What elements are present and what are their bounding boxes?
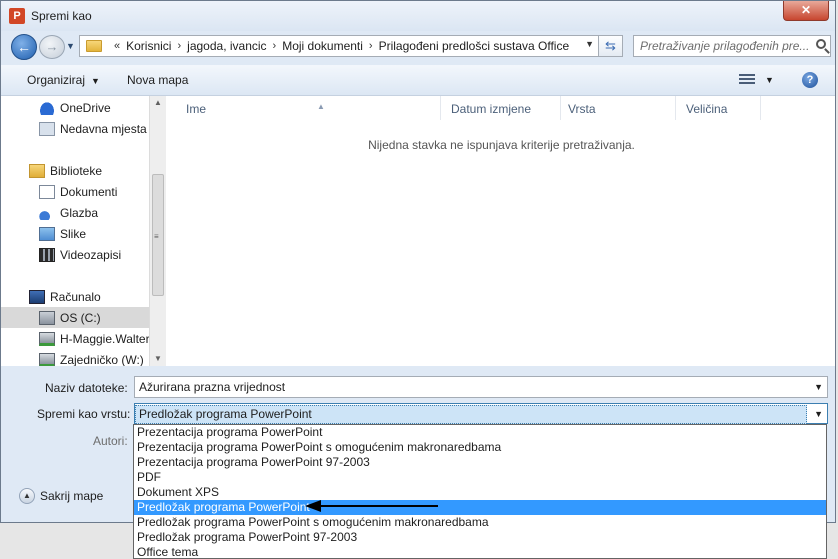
annotation-arrow-icon xyxy=(305,500,438,512)
network-drive-icon xyxy=(39,331,55,346)
address-dropdown-arrow[interactable]: ▼ xyxy=(585,39,594,49)
powerpoint-app-icon: P xyxy=(9,8,25,24)
command-toolbar: Organiziraj ▼ Nova mapa ▼ ? xyxy=(1,65,835,96)
breadcrumb-separator[interactable]: › xyxy=(273,40,277,52)
recent-places-icon xyxy=(39,121,55,136)
folder-icon xyxy=(86,40,102,52)
forward-button[interactable]: → xyxy=(39,35,65,59)
collapse-up-icon: ▲ xyxy=(19,488,35,504)
nav-item-computer[interactable]: Računalo xyxy=(1,286,149,307)
nav-item-libraries[interactable]: Biblioteke xyxy=(1,160,149,181)
nav-item-documents[interactable]: Dokumenti xyxy=(1,181,149,202)
file-list: Ime ▲ Datum izmjene Vrsta Veličina Nijed… xyxy=(166,96,835,366)
dropdown-option-highlighted[interactable]: Predložak programa PowerPoint xyxy=(134,500,826,515)
new-folder-button[interactable]: Nova mapa xyxy=(127,73,188,87)
nav-item-network-drive-w[interactable]: Zajedničko (W:) xyxy=(1,349,149,366)
nav-item-os-drive[interactable]: OS (C:) xyxy=(1,307,149,328)
dropdown-option[interactable]: Dokument XPS xyxy=(134,485,826,500)
onedrive-icon xyxy=(39,100,55,115)
nav-item-music[interactable]: Glazba xyxy=(1,202,149,223)
breadcrumb-item[interactable]: Prilagođeni predlošci sustava Office xyxy=(379,39,570,53)
save-as-type-select[interactable]: Predložak programa PowerPoint ▼ xyxy=(134,403,828,424)
title-bar: P Spremi kao ✕ xyxy=(1,1,835,31)
organize-label: Organiziraj xyxy=(27,73,86,87)
scroll-grip-icon: ≡ xyxy=(154,232,159,241)
save-as-type-value: Predložak programa PowerPoint xyxy=(135,405,807,424)
navigation-row: ← → ▼ « Korisnici › jagoda, ivancic › Mo… xyxy=(1,33,835,61)
view-options-dropdown[interactable]: ▼ xyxy=(765,75,774,85)
documents-icon xyxy=(39,184,55,199)
dropdown-option[interactable]: Prezentacija programa PowerPoint 97-2003 xyxy=(134,455,826,470)
nav-item-network-drive-h[interactable]: H-Maggie.Walter xyxy=(1,328,149,349)
hide-folders-button[interactable]: ▲ Sakrij mape xyxy=(19,488,103,504)
network-drive-icon xyxy=(39,352,55,366)
dropdown-option[interactable]: Predložak programa PowerPoint s omogućen… xyxy=(134,515,826,530)
organize-button[interactable]: Organiziraj ▼ xyxy=(27,73,100,87)
dropdown-option[interactable]: Office tema xyxy=(134,545,826,558)
address-bar[interactable]: « Korisnici › jagoda, ivancic › Moji dok… xyxy=(79,35,599,57)
filename-label: Naziv datoteke: xyxy=(45,381,128,395)
nav-pane-scrollbar[interactable]: ▲ ≡ ▼ xyxy=(149,96,166,366)
scroll-up-icon[interactable]: ▲ xyxy=(154,98,162,107)
column-header-type[interactable]: Vrsta xyxy=(558,96,676,120)
column-header-name[interactable]: Ime ▲ xyxy=(176,96,441,120)
save-as-type-dropdown-list: Prezentacija programa PowerPoint Prezent… xyxy=(133,424,827,559)
nav-item-onedrive[interactable]: OneDrive xyxy=(1,97,149,118)
scroll-down-icon[interactable]: ▼ xyxy=(154,354,162,363)
breadcrumb-item[interactable]: Korisnici xyxy=(126,39,171,53)
nav-item-recent-places[interactable]: Nedavna mjesta xyxy=(1,118,149,139)
search-icon[interactable] xyxy=(816,39,826,49)
breadcrumb-overflow[interactable]: « xyxy=(114,40,120,52)
nav-item-videos[interactable]: Videozapisi xyxy=(1,244,149,265)
column-header-size[interactable]: Veličina xyxy=(676,96,761,120)
dropdown-option[interactable]: Prezentacija programa PowerPoint s omogu… xyxy=(134,440,826,455)
back-arrow-icon: ← xyxy=(17,39,31,55)
view-options-icon[interactable] xyxy=(739,74,755,86)
column-header-date-modified[interactable]: Datum izmjene xyxy=(441,96,561,120)
forward-arrow-icon: → xyxy=(45,39,59,54)
back-button[interactable]: ← xyxy=(11,34,37,60)
search-input[interactable] xyxy=(634,36,812,56)
dropdown-option[interactable]: Prezentacija programa PowerPoint xyxy=(134,425,826,440)
chevron-down-icon[interactable]: ▼ xyxy=(814,382,823,392)
breadcrumb-item[interactable]: jagoda, ivancic xyxy=(187,39,266,53)
navigation-pane: OneDrive Nedavna mjesta Biblioteke Dokum… xyxy=(1,96,149,366)
breadcrumb-separator[interactable]: › xyxy=(177,40,181,52)
libraries-icon xyxy=(29,163,45,178)
empty-list-message: Nijedna stavka ne ispunjava kriterije pr… xyxy=(368,138,635,152)
help-icon[interactable]: ? xyxy=(802,72,818,88)
chevron-down-icon: ▼ xyxy=(91,76,100,86)
authors-label: Autori: xyxy=(93,434,128,448)
chevron-down-icon[interactable]: ▼ xyxy=(814,409,823,419)
drive-icon xyxy=(39,310,55,325)
close-button[interactable]: ✕ xyxy=(783,1,829,21)
videos-icon xyxy=(39,247,55,262)
save-as-type-label: Spremi kao vrstu: xyxy=(37,407,131,421)
filename-input[interactable] xyxy=(135,377,799,397)
refresh-icon: ⇆ xyxy=(605,38,616,53)
sort-ascending-icon: ▲ xyxy=(317,102,325,111)
breadcrumb-separator[interactable]: › xyxy=(369,40,373,52)
search-box[interactable] xyxy=(633,35,831,57)
computer-icon xyxy=(29,289,45,304)
hide-folders-label: Sakrij mape xyxy=(40,489,104,503)
window-title: Spremi kao xyxy=(31,9,92,23)
recent-locations-dropdown[interactable]: ▼ xyxy=(66,41,75,51)
music-icon xyxy=(39,205,55,220)
dropdown-option[interactable]: PDF xyxy=(134,470,826,485)
filename-field[interactable]: ▼ xyxy=(134,376,828,398)
refresh-button[interactable]: ⇆ xyxy=(599,35,623,57)
pictures-icon xyxy=(39,226,55,241)
dropdown-option[interactable]: Predložak programa PowerPoint 97-2003 xyxy=(134,530,826,545)
breadcrumb-item[interactable]: Moji dokumenti xyxy=(282,39,363,53)
nav-item-pictures[interactable]: Slike xyxy=(1,223,149,244)
